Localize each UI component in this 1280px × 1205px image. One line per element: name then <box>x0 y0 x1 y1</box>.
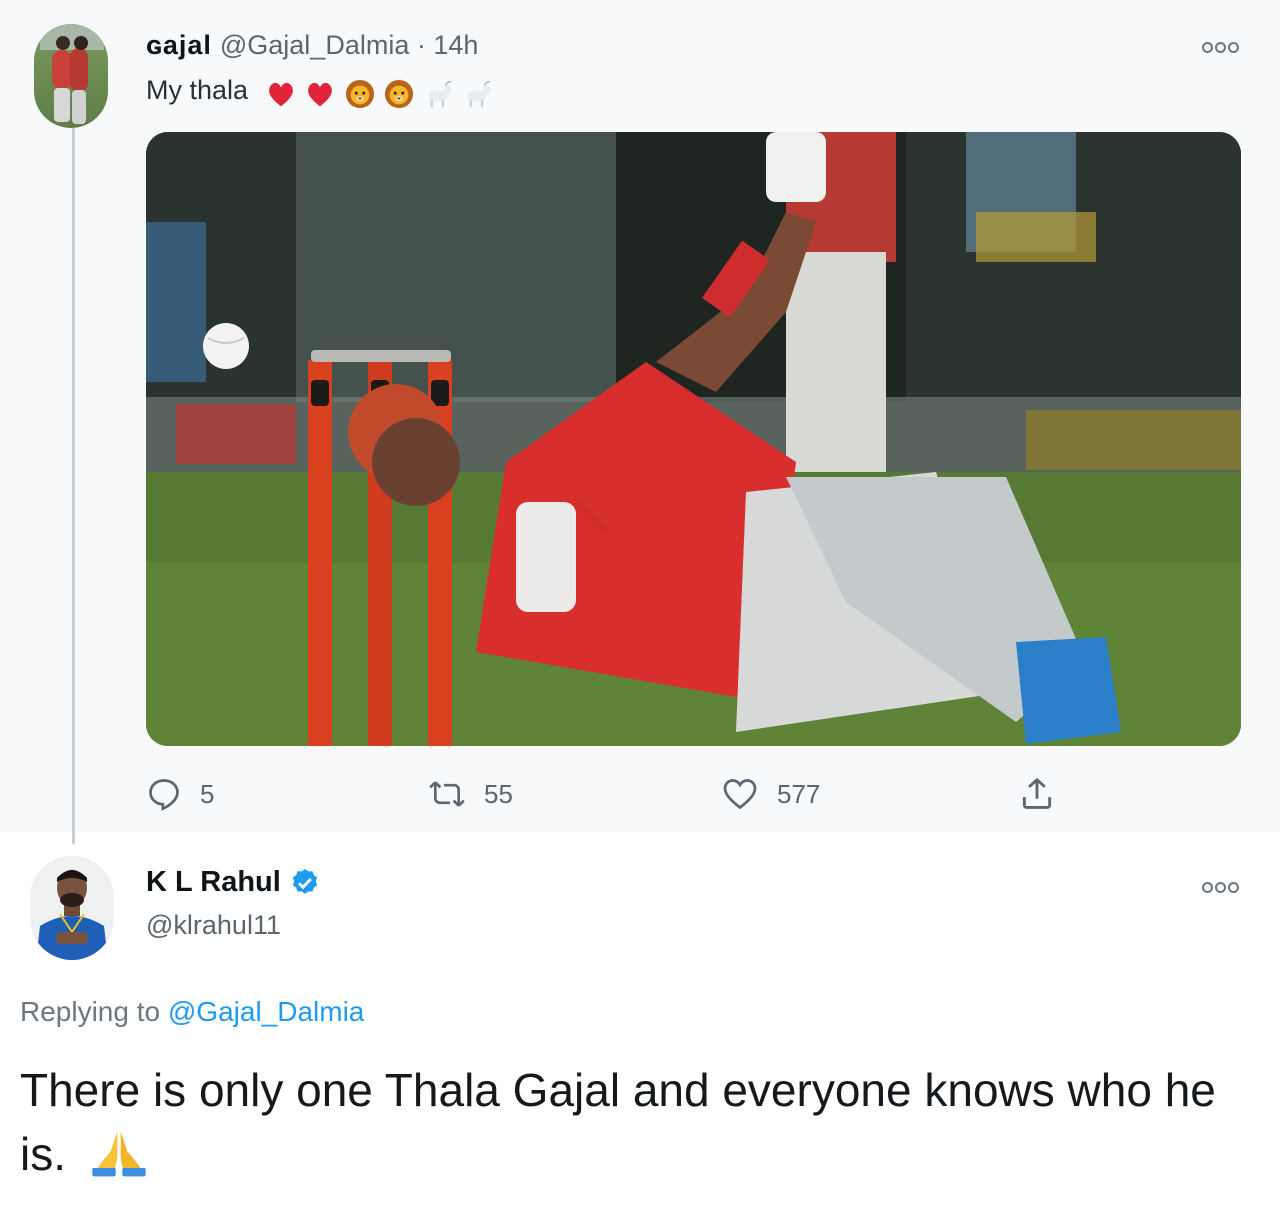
heart-icon <box>723 779 757 810</box>
lion-face-icon <box>345 79 374 108</box>
thread-connector-line <box>72 128 75 844</box>
replying-to-handle-link[interactable]: @Gajal_Dalmia <box>168 996 365 1027</box>
reply-tweet-body: There is only one Thala Gajal and everyo… <box>20 1058 1240 1186</box>
parent-more-options-button[interactable] <box>1201 36 1240 59</box>
parent-action-bar: 5 55 577 <box>146 772 1241 816</box>
reply-more-options-button[interactable] <box>1201 876 1240 899</box>
goat-icon <box>428 80 451 107</box>
header-separator: · <box>416 30 426 60</box>
reply-name-row: K L Rahul <box>146 866 321 899</box>
replying-to-label: Replying to <box>20 996 161 1027</box>
more-dot-icon <box>1215 42 1226 53</box>
parent-tweet-text: My thala <box>146 75 249 105</box>
goat-icon <box>467 80 491 107</box>
lion-face-icon <box>385 79 414 108</box>
verified-badge-icon <box>292 868 317 894</box>
red-heart-icon <box>308 82 332 106</box>
reply-icon <box>149 779 179 811</box>
retweet-button[interactable]: 55 <box>428 772 513 816</box>
reply-count: 5 <box>200 778 215 809</box>
retweet-icon <box>429 781 465 807</box>
replying-to-line: Replying to @Gajal_Dalmia <box>20 996 364 1028</box>
reply-button[interactable]: 5 <box>146 772 214 816</box>
parent-tweet[interactable]: ɢajal @Gajal_Dalmia · 14h My thala 5 55 … <box>0 0 1280 844</box>
parent-display-name[interactable]: ɢajal <box>146 30 212 60</box>
share-button[interactable] <box>1018 772 1074 816</box>
parent-tweet-emojis <box>266 74 496 110</box>
cricket-photo-illustration <box>146 132 1241 746</box>
more-dot-icon <box>1202 882 1213 893</box>
twitter-thread: ɢajal @Gajal_Dalmia · 14h My thala 5 55 … <box>0 0 1280 1205</box>
reply-avatar[interactable] <box>30 856 114 960</box>
more-dot-icon <box>1202 42 1213 53</box>
parent-tweet-text-row: My thala <box>146 72 495 110</box>
parent-avatar[interactable] <box>34 24 108 128</box>
reply-avatar-illustration <box>30 856 114 960</box>
more-dot-icon <box>1215 882 1226 893</box>
parent-tweet-header: ɢajal @Gajal_Dalmia · 14h <box>146 28 478 62</box>
more-dot-icon <box>1228 42 1239 53</box>
like-count: 577 <box>777 778 821 809</box>
parent-handle[interactable]: @Gajal_Dalmia <box>220 30 409 60</box>
like-button[interactable]: 577 <box>721 772 820 816</box>
retweet-count: 55 <box>484 778 513 809</box>
more-dot-icon <box>1228 882 1239 893</box>
red-heart-icon <box>268 82 293 106</box>
folded-hands-icon <box>92 1131 146 1177</box>
share-icon <box>1022 777 1052 809</box>
reply-display-name[interactable]: K L Rahul <box>146 866 281 899</box>
reply-tweet-text: There is only one Thala Gajal and everyo… <box>20 1064 1216 1180</box>
reply-handle[interactable]: @klrahul11 <box>146 910 281 941</box>
parent-timestamp[interactable]: 14h <box>433 30 478 60</box>
tweet-photo[interactable] <box>146 132 1241 746</box>
